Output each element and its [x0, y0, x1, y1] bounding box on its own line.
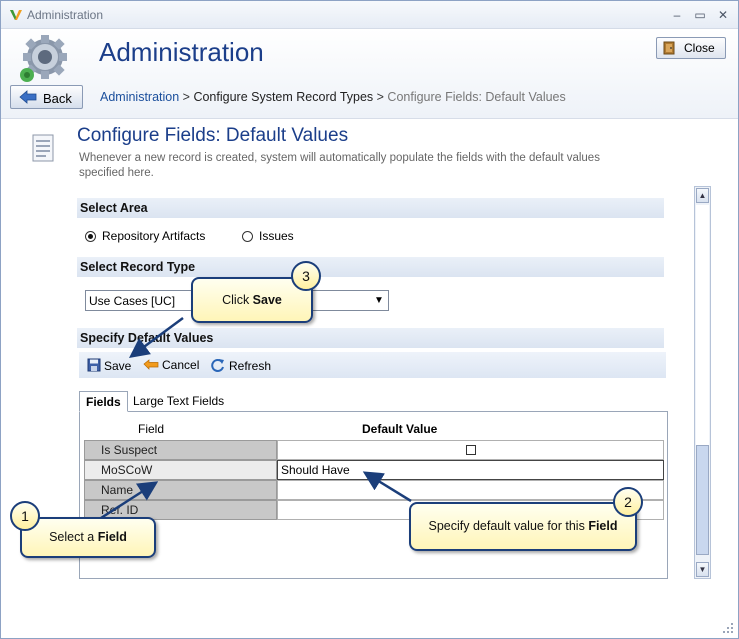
record-type-value: Use Cases [UC] — [89, 294, 176, 308]
close-button[interactable]: Close — [656, 37, 726, 59]
minimize-button[interactable]: – — [668, 6, 686, 24]
exit-door-icon — [663, 41, 675, 55]
issues-label[interactable]: Issues — [259, 229, 294, 243]
value-cell-name[interactable] — [277, 480, 664, 500]
repository-artifacts-radio[interactable] — [85, 231, 96, 242]
tab-fields[interactable]: Fields — [79, 391, 128, 412]
select-area-heading: Select Area — [77, 198, 664, 218]
breadcrumb-separator: > — [373, 90, 388, 104]
refresh-icon — [211, 359, 224, 372]
cancel-button[interactable]: Cancel — [143, 358, 199, 372]
breadcrumb-administration-link[interactable]: Administration — [100, 90, 179, 104]
header: Administration Close Back Administration… — [1, 29, 738, 119]
scroll-thumb[interactable] — [696, 445, 709, 555]
breadcrumb: Administration > Configure System Record… — [100, 90, 566, 104]
tab-large-text-fields[interactable]: Large Text Fields — [127, 391, 230, 412]
back-button-label: Back — [43, 91, 72, 106]
resize-grip-icon[interactable] — [722, 622, 734, 634]
window-title: Administration — [27, 8, 104, 22]
app-title: Administration — [99, 37, 264, 67]
callout-specify-default: Specify default value for this Field — [409, 502, 637, 551]
callout-select-field: Select a Field — [20, 517, 156, 558]
callout-1-text: Select a — [49, 530, 98, 544]
refresh-label: Refresh — [229, 359, 272, 373]
scroll-track[interactable] — [696, 205, 709, 445]
value-cell-moscow[interactable]: Should Have — [277, 460, 664, 480]
issues-radio[interactable] — [242, 231, 253, 242]
field-cell-moscow[interactable]: MoSCoW — [84, 460, 277, 480]
callout-2-text: Specify default value for this — [428, 519, 589, 533]
title-bar[interactable]: Administration – ▭ ✕ — [1, 1, 738, 29]
field-cell-is-suspect[interactable]: Is Suspect — [84, 440, 277, 460]
select-record-type-heading: Select Record Type — [77, 257, 664, 277]
specify-default-values-heading: Specify Default Values — [77, 328, 664, 348]
back-button[interactable]: Back — [10, 85, 83, 109]
page-title: Configure Fields: Default Values — [77, 125, 349, 146]
callout-3-text: Click — [222, 293, 253, 307]
callout-3-badge: 3 — [291, 261, 321, 291]
refresh-button[interactable]: Refresh — [210, 358, 271, 373]
maximize-button[interactable]: ▭ — [691, 6, 709, 24]
callout-1-bold: Field — [97, 530, 127, 544]
chevron-down-icon[interactable]: ▼ — [370, 291, 388, 310]
column-header-field[interactable]: Field — [138, 422, 164, 436]
save-icon — [87, 358, 101, 372]
undo-arrow-icon — [143, 359, 159, 370]
callout-3-bold: Save — [252, 293, 282, 307]
repository-artifacts-label[interactable]: Repository Artifacts — [102, 229, 205, 243]
admin-window: Administration – ▭ ✕ Administration Clos… — [0, 0, 739, 639]
document-icon — [32, 134, 54, 162]
cancel-label: Cancel — [162, 358, 200, 372]
column-header-default-value[interactable]: Default Value — [362, 422, 437, 436]
field-cell-name[interactable]: Name — [84, 480, 277, 500]
scroll-down-button[interactable]: ▼ — [696, 562, 709, 577]
app-logo-icon — [10, 10, 22, 20]
close-window-button[interactable]: ✕ — [714, 6, 732, 24]
back-arrow-icon — [19, 90, 37, 104]
toolbar: Save Cancel Refresh — [79, 352, 666, 378]
close-button-label: Close — [684, 41, 715, 55]
save-label: Save — [104, 359, 132, 373]
save-button[interactable]: Save — [87, 358, 131, 373]
breadcrumb-separator: > — [179, 90, 194, 104]
value-cell-is-suspect[interactable] — [277, 440, 664, 460]
callout-2-badge: 2 — [613, 487, 643, 517]
callout-1-badge: 1 — [10, 501, 40, 531]
vertical-scrollbar[interactable]: ▲ ▼ — [694, 186, 711, 579]
callout-2-bold: Field — [588, 519, 618, 533]
gear-icon — [20, 35, 67, 82]
is-suspect-checkbox[interactable] — [466, 445, 476, 455]
page-description: Whenever a new record is created, system… — [79, 152, 600, 179]
scroll-up-button[interactable]: ▲ — [696, 188, 709, 203]
breadcrumb-current: Configure Fields: Default Values — [387, 90, 566, 104]
breadcrumb-record-types-link[interactable]: Configure System Record Types — [193, 90, 373, 104]
